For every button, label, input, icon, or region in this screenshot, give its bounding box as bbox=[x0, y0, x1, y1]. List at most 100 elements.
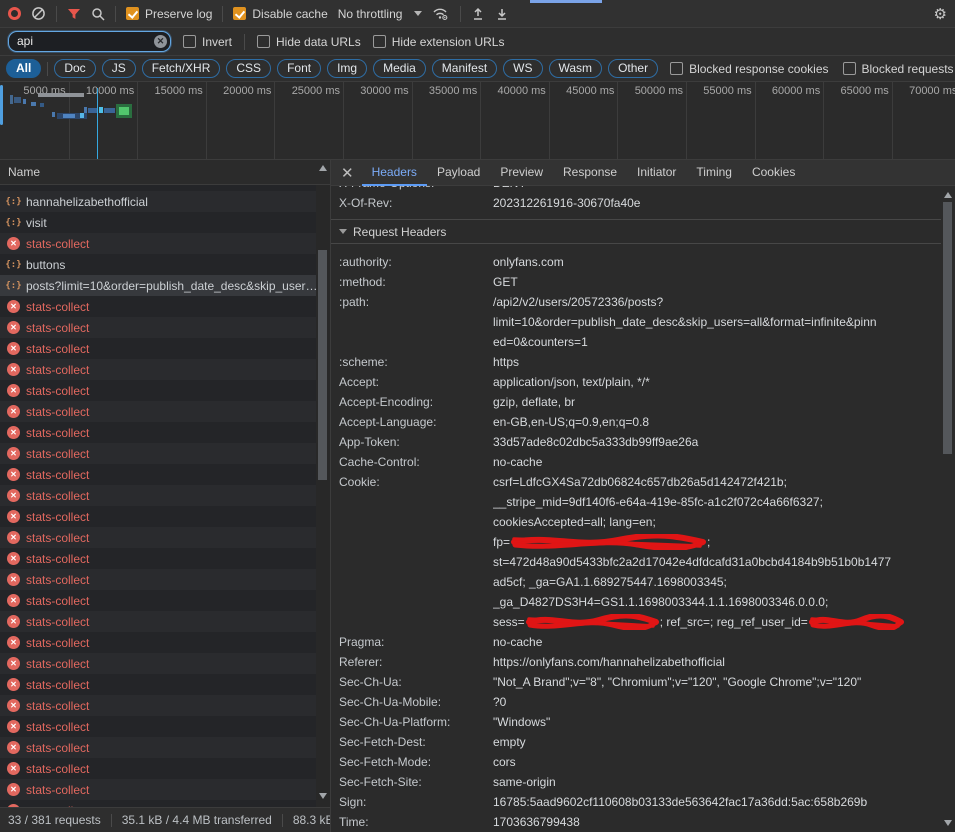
request-row[interactable]: ✕stats-collect bbox=[0, 317, 316, 338]
type-pill-fetch-xhr[interactable]: Fetch/XHR bbox=[142, 59, 221, 78]
network-conditions-icon[interactable] bbox=[432, 6, 450, 21]
throttling-dropdown[interactable]: No throttling bbox=[338, 7, 423, 21]
tab-headers[interactable]: Headers bbox=[362, 160, 427, 186]
export-har-icon[interactable] bbox=[495, 7, 509, 21]
request-row[interactable]: ✕stats-collect bbox=[0, 716, 316, 737]
request-row[interactable]: {:}posts?limit=10&order=publish_date_des… bbox=[0, 275, 316, 296]
request-row[interactable]: ✕stats-collect bbox=[0, 296, 316, 317]
checkbox-label: Blocked requests bbox=[862, 62, 954, 76]
type-pill-img[interactable]: Img bbox=[327, 59, 367, 78]
checkbox[interactable] bbox=[843, 62, 856, 75]
hide-data-urls-checkbox[interactable] bbox=[257, 35, 270, 48]
filter-toggle-blocked-requests[interactable]: Blocked requests bbox=[843, 62, 954, 76]
request-row[interactable]: ✕stats-collect bbox=[0, 632, 316, 653]
request-row[interactable]: ✕stats-collect bbox=[0, 653, 316, 674]
request-row[interactable]: ✕stats-collect bbox=[0, 464, 316, 485]
type-pill-js[interactable]: JS bbox=[102, 59, 136, 78]
scrollbar-thumb[interactable] bbox=[318, 250, 327, 480]
request-row[interactable]: ✕stats-collect bbox=[0, 779, 316, 800]
disable-cache-toggle[interactable]: Disable cache bbox=[233, 7, 327, 21]
hide-extension-urls-toggle[interactable]: Hide extension URLs bbox=[373, 35, 505, 49]
checkbox[interactable] bbox=[670, 62, 683, 75]
settings-gear-icon[interactable]: ⚙ bbox=[934, 5, 947, 23]
tab-payload[interactable]: Payload bbox=[427, 160, 490, 186]
request-row[interactable]: ✕stats-collect bbox=[0, 233, 316, 254]
request-row[interactable]: ✕stats-collect bbox=[0, 506, 316, 527]
value-text: https bbox=[493, 352, 519, 372]
import-har-icon[interactable] bbox=[471, 7, 485, 21]
filter-clear-icon[interactable]: ✕ bbox=[154, 35, 167, 48]
filter-input[interactable] bbox=[8, 31, 171, 52]
filter-toggle-blocked-response-cookies[interactable]: Blocked response cookies bbox=[670, 62, 828, 76]
type-pill-ws[interactable]: WS bbox=[503, 59, 542, 78]
value-text: /api2/v2/users/20572336/posts? bbox=[493, 292, 663, 312]
request-row[interactable]: ✕stats-collect bbox=[0, 569, 316, 590]
filter-icon[interactable] bbox=[67, 7, 81, 21]
scrollbar-thumb[interactable] bbox=[943, 202, 952, 454]
request-row[interactable]: ✕stats-collect bbox=[0, 800, 316, 807]
scroll-up-icon[interactable] bbox=[944, 192, 952, 198]
name-column-header[interactable]: Name bbox=[0, 160, 330, 185]
request-name: stats-collect bbox=[26, 300, 89, 314]
type-pill-css[interactable]: CSS bbox=[226, 59, 271, 78]
request-row[interactable]: {:}buttons bbox=[0, 254, 316, 275]
request-row[interactable]: ✕stats-collect bbox=[0, 380, 316, 401]
header-value: no-cache bbox=[493, 452, 941, 472]
tab-initiator[interactable]: Initiator bbox=[627, 160, 686, 186]
search-icon[interactable] bbox=[91, 7, 105, 21]
request-row[interactable]: ✕stats-collect bbox=[0, 695, 316, 716]
type-pill-media[interactable]: Media bbox=[373, 59, 426, 78]
request-row[interactable]: ✕stats-collect bbox=[0, 611, 316, 632]
scroll-up-icon[interactable] bbox=[319, 165, 327, 171]
request-row[interactable]: ✕stats-collect bbox=[0, 338, 316, 359]
close-icon[interactable]: ✕ bbox=[341, 164, 354, 182]
timeline-selection-handle[interactable] bbox=[0, 85, 3, 125]
request-row[interactable]: ✕stats-collect bbox=[0, 674, 316, 695]
error-icon: ✕ bbox=[7, 552, 20, 565]
header-row: X-Frame-Options:DENY bbox=[331, 186, 941, 193]
filter-bar: ✕ Invert Hide data URLs Hide extension U… bbox=[0, 28, 955, 56]
preserve-log-toggle[interactable]: Preserve log bbox=[126, 7, 212, 21]
request-list-scrollbar[interactable] bbox=[316, 160, 330, 807]
request-headers-section-header[interactable]: Request Headers bbox=[331, 220, 941, 244]
request-row[interactable]: {:}hannahelizabethofficial bbox=[0, 191, 316, 212]
header-row: Referer:https://onlyfans.com/hannaheliza… bbox=[331, 652, 941, 672]
type-pill-wasm[interactable]: Wasm bbox=[549, 59, 603, 78]
request-row[interactable]: ✕stats-collect bbox=[0, 401, 316, 422]
timeline-overview[interactable]: 5000 ms10000 ms15000 ms20000 ms25000 ms3… bbox=[0, 82, 955, 160]
request-row[interactable]: ✕stats-collect bbox=[0, 548, 316, 569]
tab-cookies[interactable]: Cookies bbox=[742, 160, 805, 186]
invert-toggle[interactable]: Invert bbox=[183, 35, 232, 49]
request-row[interactable]: ✕stats-collect bbox=[0, 485, 316, 506]
type-pill-other[interactable]: Other bbox=[608, 59, 658, 78]
header-row: Sec-Ch-Ua-Mobile:?0 bbox=[331, 692, 941, 712]
type-pill-doc[interactable]: Doc bbox=[54, 59, 95, 78]
header-value: GET bbox=[493, 272, 941, 292]
hide-data-urls-toggle[interactable]: Hide data URLs bbox=[257, 35, 361, 49]
hide-extension-urls-checkbox[interactable] bbox=[373, 35, 386, 48]
request-row[interactable]: ✕stats-collect bbox=[0, 422, 316, 443]
request-row[interactable]: ✕stats-collect bbox=[0, 359, 316, 380]
scroll-down-icon[interactable] bbox=[319, 793, 327, 799]
tab-preview[interactable]: Preview bbox=[490, 160, 553, 186]
invert-checkbox[interactable] bbox=[183, 35, 196, 48]
request-row[interactable]: ✕stats-collect bbox=[0, 527, 316, 548]
clear-icon[interactable] bbox=[31, 6, 46, 21]
request-row[interactable]: ✕stats-collect bbox=[0, 737, 316, 758]
scroll-down-icon[interactable] bbox=[944, 820, 952, 826]
details-scrollbar[interactable] bbox=[941, 186, 955, 832]
type-pill-manifest[interactable]: Manifest bbox=[432, 59, 497, 78]
request-row[interactable]: {:}visit bbox=[0, 212, 316, 233]
tab-timing[interactable]: Timing bbox=[686, 160, 742, 186]
disable-cache-checkbox[interactable] bbox=[233, 7, 246, 20]
request-name: stats-collect bbox=[26, 447, 89, 461]
preserve-log-checkbox[interactable] bbox=[126, 7, 139, 20]
record-button[interactable] bbox=[8, 7, 21, 20]
request-row[interactable]: ✕stats-collect bbox=[0, 443, 316, 464]
type-pill-font[interactable]: Font bbox=[277, 59, 321, 78]
type-pill-all[interactable]: All bbox=[6, 59, 41, 78]
request-row[interactable]: ✕stats-collect bbox=[0, 758, 316, 779]
tab-response[interactable]: Response bbox=[553, 160, 627, 186]
header-value: same-origin bbox=[493, 772, 941, 792]
request-row[interactable]: ✕stats-collect bbox=[0, 590, 316, 611]
